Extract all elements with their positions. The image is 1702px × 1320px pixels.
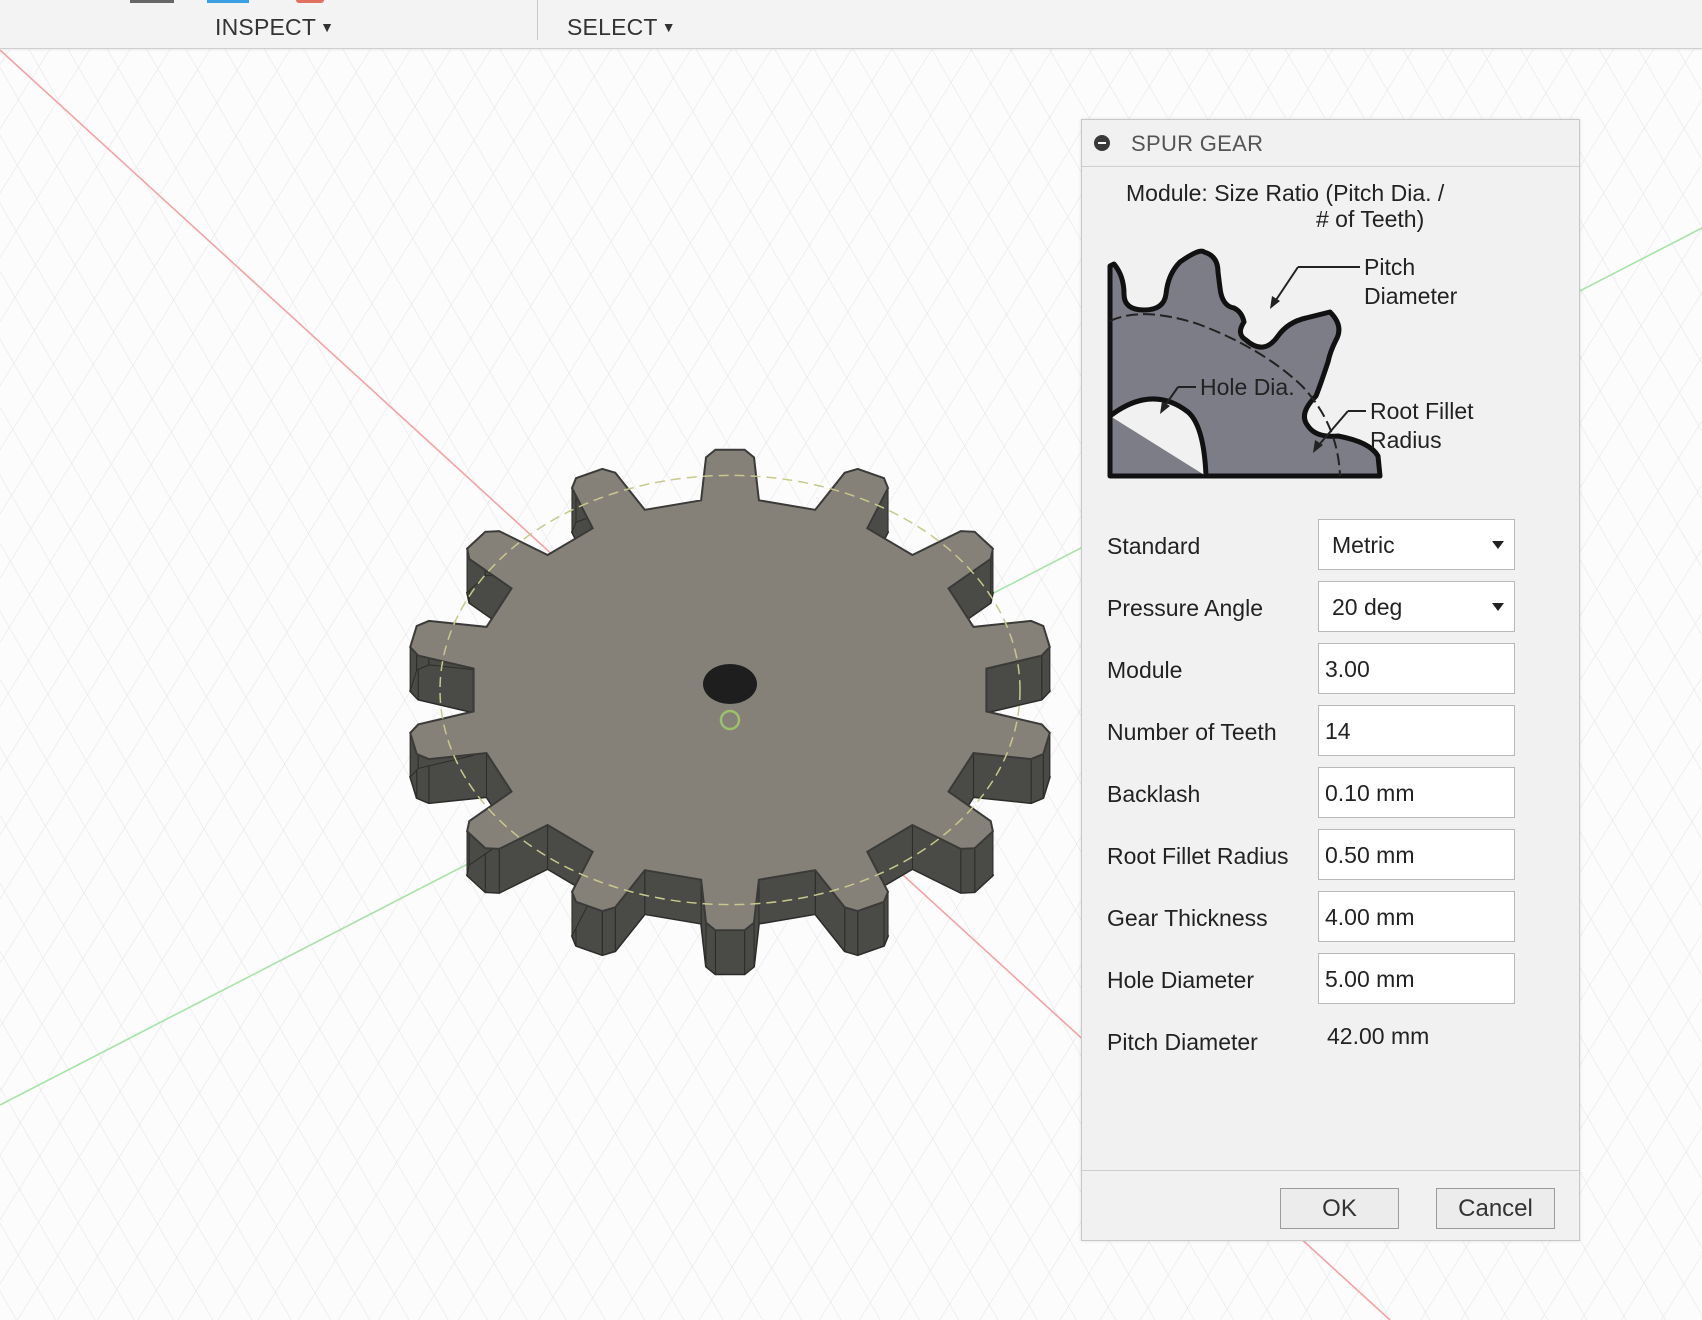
pressure-angle-label: Pressure Angle bbox=[1107, 595, 1263, 621]
gear-thickness-label: Gear Thickness bbox=[1107, 905, 1268, 931]
spur-gear-dialog: SPUR GEAR Module: Size Ratio (Pitch Dia.… bbox=[1081, 119, 1580, 1241]
chevron-down-icon: ▼ bbox=[320, 19, 335, 35]
standard-value: Metric bbox=[1332, 532, 1395, 558]
toolbar: INSPECT ▼ SELECT ▼ bbox=[0, 0, 1702, 49]
number-of-teeth-input[interactable]: 14 bbox=[1318, 705, 1515, 756]
gear-profile-illustration bbox=[1107, 248, 1383, 479]
toolbar-icon-fragment bbox=[207, 0, 249, 3]
root-fillet-radius-value: 0.50 mm bbox=[1325, 842, 1415, 868]
number-of-teeth-value: 14 bbox=[1325, 718, 1351, 744]
backlash-value: 0.10 mm bbox=[1325, 780, 1415, 806]
root-fillet-radius-label: Root Fillet Radius bbox=[1107, 843, 1289, 869]
dialog-footer-divider bbox=[1082, 1170, 1579, 1171]
root-fillet-label-line1: Root Fillet bbox=[1370, 398, 1474, 424]
cancel-button[interactable]: Cancel bbox=[1436, 1188, 1555, 1229]
gear-diagram: Module: Size Ratio (Pitch Dia. / # of Te… bbox=[1107, 180, 1474, 479]
pitch-diameter-label-line2: Diameter bbox=[1364, 283, 1458, 309]
module-caption-line1: Module: Size Ratio (Pitch Dia. / bbox=[1126, 180, 1445, 206]
chevron-down-icon: ▼ bbox=[661, 19, 676, 35]
gear-thickness-value: 4.00 mm bbox=[1325, 904, 1415, 930]
gear-side-segment bbox=[714, 929, 746, 975]
gear-side-segment bbox=[844, 906, 859, 956]
root-fillet-label-line2: Radius bbox=[1370, 427, 1442, 453]
gear-side-segment bbox=[601, 906, 616, 956]
dropdown-arrow-icon bbox=[1492, 603, 1504, 611]
pitch-diameter-label: Pitch Diameter bbox=[1107, 1029, 1258, 1055]
toolbar-icon-fragment bbox=[130, 0, 174, 3]
inspect-menu[interactable]: INSPECT ▼ bbox=[215, 14, 334, 41]
backlash-input[interactable]: 0.10 mm bbox=[1318, 767, 1515, 818]
standard-label: Standard bbox=[1107, 533, 1201, 559]
module-caption-line2: # of Teeth) bbox=[1316, 206, 1424, 232]
ok-button[interactable]: OK bbox=[1280, 1188, 1399, 1229]
collapse-icon[interactable] bbox=[1094, 135, 1110, 151]
pitch-diameter-value: 42.00 mm bbox=[1327, 1023, 1430, 1049]
hole-diameter-value: 5.00 mm bbox=[1325, 966, 1415, 992]
module-value: 3.00 bbox=[1325, 656, 1370, 682]
module-label: Module bbox=[1107, 657, 1183, 683]
gear-hole bbox=[703, 664, 757, 704]
root-fillet-radius-input[interactable]: 0.50 mm bbox=[1318, 829, 1515, 880]
pressure-angle-value: 20 deg bbox=[1332, 594, 1403, 620]
hole-diameter-label: Hole Diameter bbox=[1107, 967, 1254, 993]
gear-side-segment bbox=[960, 847, 976, 894]
module-input[interactable]: 3.00 bbox=[1318, 643, 1515, 694]
dropdown-arrow-icon bbox=[1492, 541, 1504, 549]
hole-dia-label: Hole Dia. bbox=[1200, 374, 1295, 400]
gear-side-segment bbox=[1030, 753, 1044, 804]
number-of-teeth-label: Number of Teeth bbox=[1107, 719, 1277, 745]
pitch-diameter-label-line1: Pitch bbox=[1364, 254, 1415, 280]
select-menu[interactable]: SELECT ▼ bbox=[567, 14, 676, 41]
gear-thickness-input[interactable]: 4.00 mm bbox=[1318, 891, 1515, 942]
backlash-label: Backlash bbox=[1107, 781, 1201, 807]
gear-side-segment bbox=[484, 847, 500, 894]
dialog-title: SPUR GEAR bbox=[1131, 131, 1264, 156]
toolbar-icon-fragment bbox=[296, 0, 324, 3]
dialog-header[interactable]: SPUR GEAR bbox=[1082, 120, 1579, 167]
inspect-menu-label: INSPECT bbox=[215, 14, 317, 40]
pressure-angle-dropdown[interactable]: 20 deg bbox=[1318, 581, 1515, 632]
hole-diameter-input[interactable]: 5.00 mm bbox=[1318, 953, 1515, 1004]
toolbar-divider bbox=[537, 0, 538, 40]
select-menu-label: SELECT bbox=[567, 14, 658, 40]
standard-dropdown[interactable]: Metric bbox=[1318, 519, 1515, 570]
